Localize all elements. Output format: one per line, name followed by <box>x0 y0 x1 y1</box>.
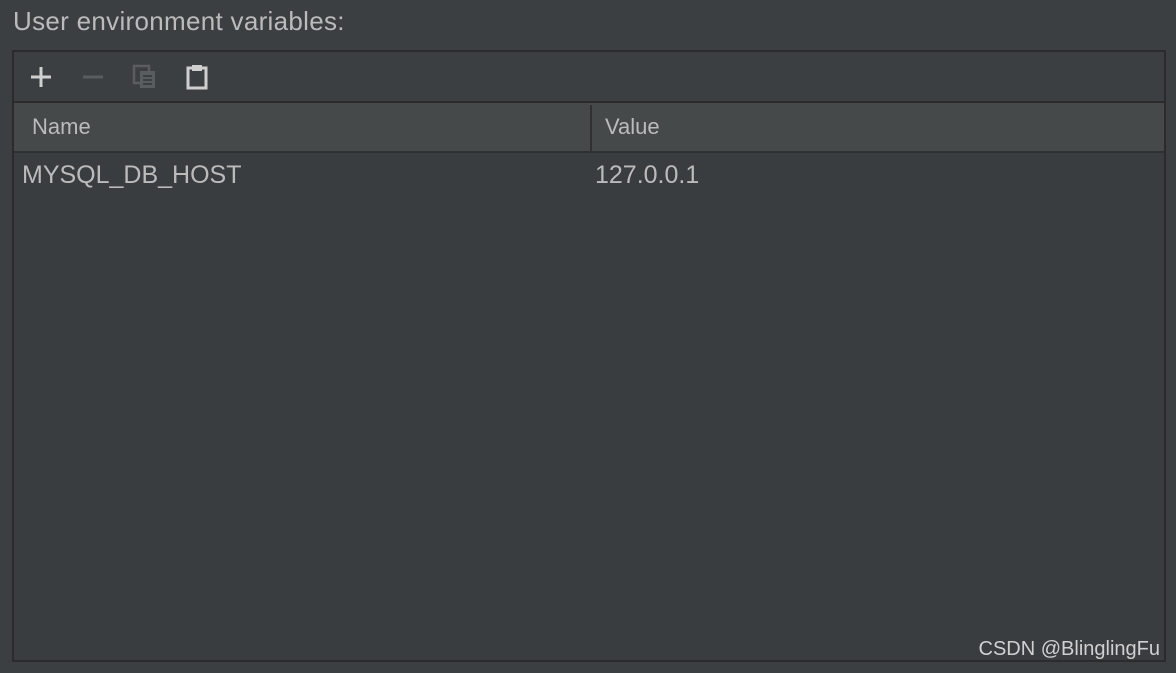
env-vars-panel: Name Value MYSQL_DB_HOST 127.0.0.1 <box>12 50 1166 662</box>
column-header-name[interactable]: Name <box>32 103 91 151</box>
column-divider[interactable] <box>590 105 592 151</box>
plus-icon <box>31 67 51 87</box>
watermark: CSDN @BlinglingFu <box>978 638 1160 660</box>
table-body: MYSQL_DB_HOST 127.0.0.1 <box>14 153 1164 197</box>
table-header: Name Value <box>14 103 1164 153</box>
env-vars-table: Name Value MYSQL_DB_HOST 127.0.0.1 <box>14 103 1164 660</box>
section-title: User environment variables: <box>13 6 345 36</box>
paste-button[interactable] <box>183 63 211 91</box>
table-toolbar <box>14 52 1164 103</box>
column-header-value[interactable]: Value <box>605 103 660 151</box>
cell-name[interactable]: MYSQL_DB_HOST <box>22 153 242 197</box>
copy-button[interactable] <box>131 63 159 91</box>
table-row[interactable]: MYSQL_DB_HOST 127.0.0.1 <box>14 153 1164 197</box>
copy-icon <box>132 64 155 88</box>
paste-icon <box>186 65 208 90</box>
remove-button[interactable] <box>79 63 107 91</box>
add-button[interactable] <box>27 63 55 91</box>
env-vars-dialog: User environment variables: Name Value M… <box>0 0 1176 673</box>
cell-value[interactable]: 127.0.0.1 <box>595 153 699 197</box>
minus-icon <box>83 75 103 79</box>
